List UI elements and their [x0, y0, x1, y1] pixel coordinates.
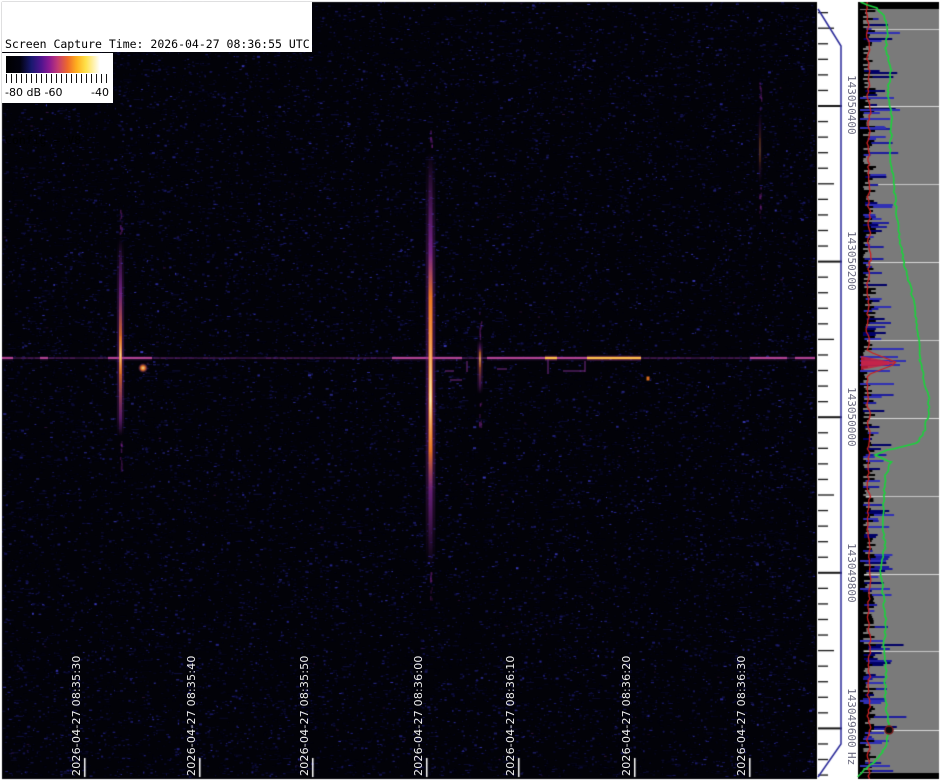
capture-info-panel: Screen Capture Time: 2026-04-27 08:36:55…	[2, 2, 312, 147]
db-scale-label: -40	[91, 86, 109, 99]
intensity-scale-ticks	[6, 74, 107, 83]
frequency-tick-label: 143050400	[845, 75, 858, 135]
time-tick-label: 2026-04-27 08:36:20	[620, 655, 633, 776]
time-tick-label: 2026-04-27 08:36:00	[412, 655, 425, 776]
frequency-unit-label: Hz	[845, 752, 858, 766]
time-tick-label: 2026-04-27 08:35:30	[70, 655, 83, 776]
frequency-tick-label: 143049600	[845, 688, 858, 748]
config-text: Config = V8	[5, 133, 82, 147]
spectrum-waterfall-window: Screen Capture Time: 2026-04-27 08:36:55…	[0, 0, 941, 783]
frequency-tick-label: 143050200	[845, 231, 858, 291]
capture-time-text: Screen Capture Time: 2026-04-27 08:36:55…	[5, 37, 310, 51]
time-tick-label: 2026-04-27 08:35:40	[185, 655, 198, 776]
time-tick-label: 2026-04-27 08:35:50	[298, 655, 311, 776]
intensity-color-scale: -80 dB -60 -40	[2, 53, 113, 103]
frequency-tick-label: 143049800	[845, 543, 858, 603]
db-scale-label: -80 dB -60	[5, 86, 63, 99]
intensity-gradient-bar	[6, 56, 107, 73]
time-tick-label: 2026-04-27 08:36:10	[504, 655, 517, 776]
frequency-tick-label: 143050000	[845, 387, 858, 447]
time-tick-label: 2026-04-27 08:36:30	[735, 655, 748, 776]
